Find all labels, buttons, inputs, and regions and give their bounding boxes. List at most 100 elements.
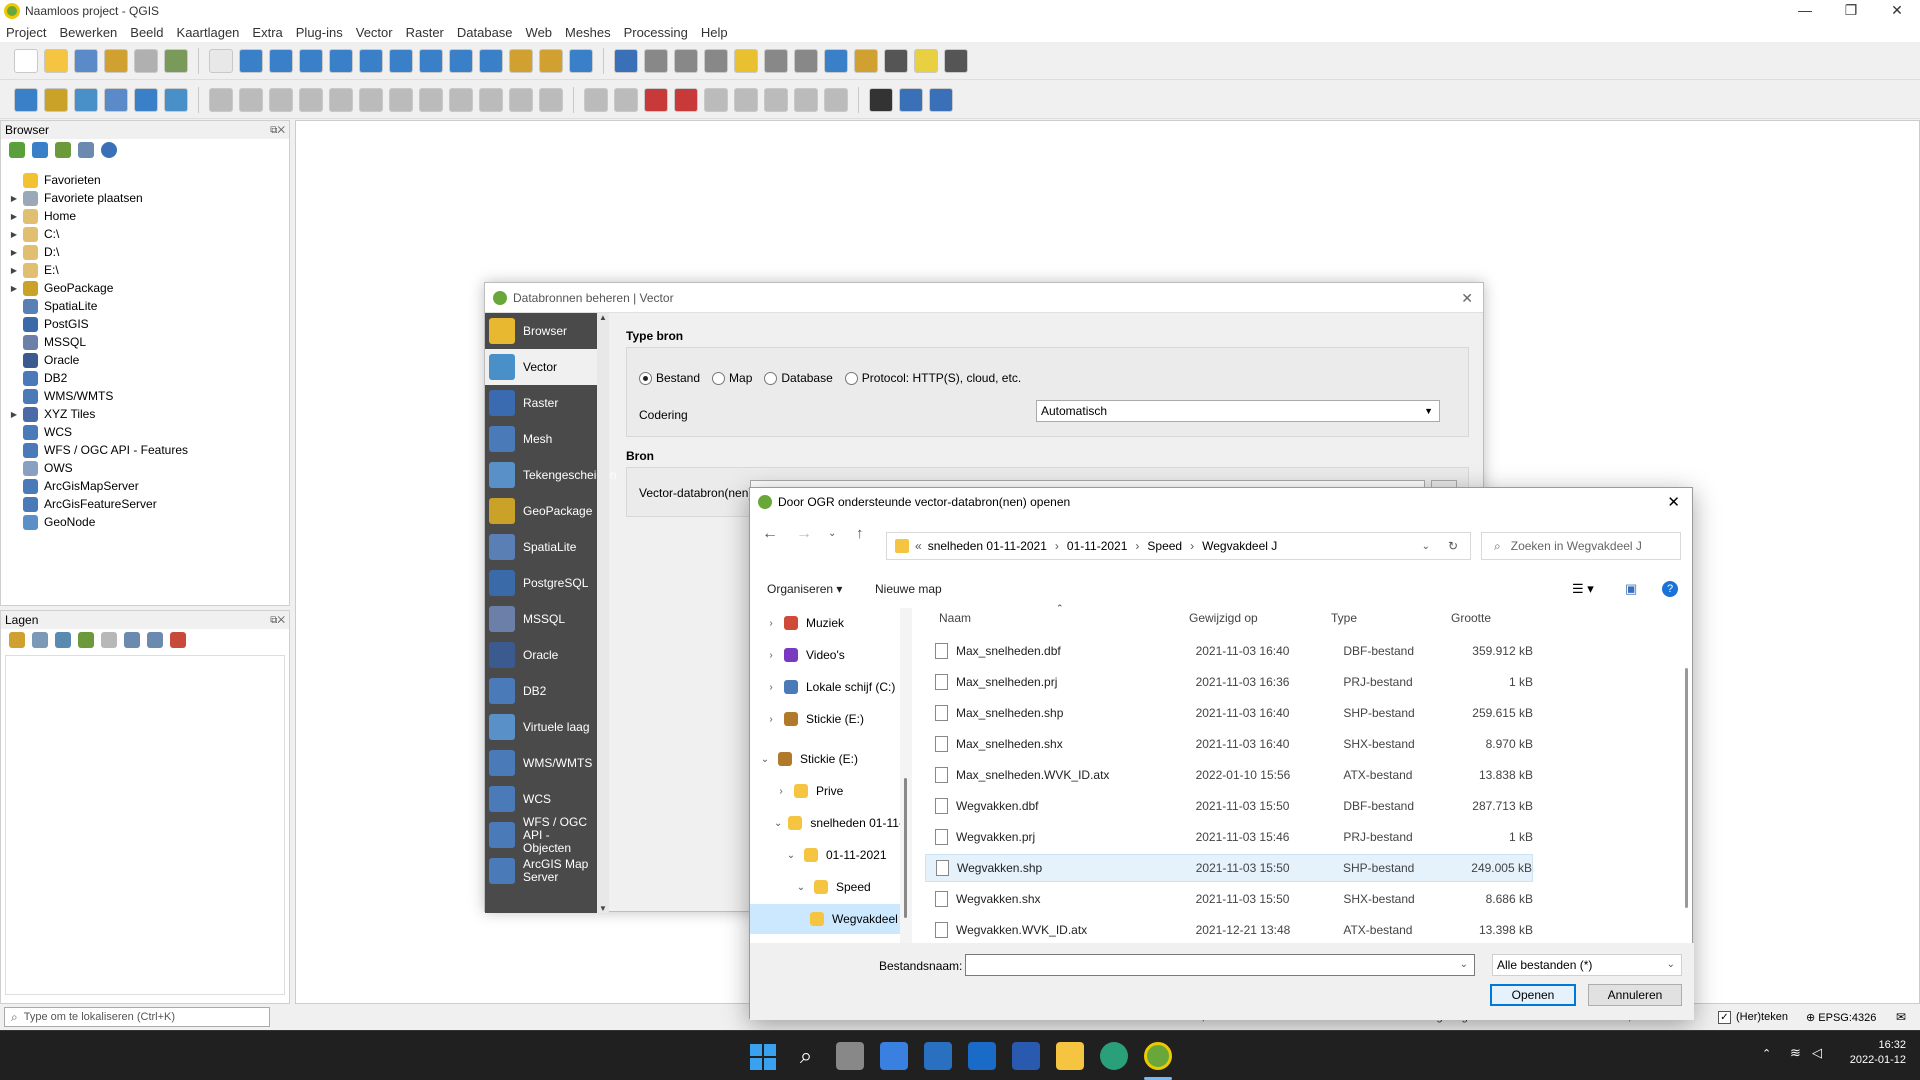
info-icon[interactable] xyxy=(101,142,117,158)
add-group-icon[interactable] xyxy=(32,632,48,648)
dsm-nav-scrollbar[interactable]: ▲ ▼ xyxy=(597,313,609,913)
browser-item[interactable]: WCS xyxy=(5,423,289,441)
file-row[interactable]: Wegvakken.prj 2021-11-03 15:46 PRJ-bestand… xyxy=(925,823,1533,851)
fd-close-button[interactable]: ✕ xyxy=(1667,493,1680,511)
nav-tree-item[interactable]: › Video's xyxy=(750,640,900,670)
toolbar-tool-icon[interactable] xyxy=(134,48,158,73)
col-type[interactable]: Type xyxy=(1331,611,1357,625)
help-icon[interactable]: ? xyxy=(1662,581,1678,597)
word-icon[interactable] xyxy=(1012,1042,1040,1070)
toolbar-tool-icon[interactable] xyxy=(269,48,293,73)
volume-icon[interactable]: ◁ xyxy=(1812,1045,1822,1061)
browser-item[interactable]: WFS / OGC API - Features xyxy=(5,441,289,459)
toolbar-tool-icon[interactable] xyxy=(269,87,293,112)
toolbar-tool-icon[interactable] xyxy=(479,48,503,73)
refresh-icon[interactable] xyxy=(32,142,48,158)
toolbar-tool-icon[interactable] xyxy=(44,48,68,73)
expand-arrow-icon[interactable]: ▶ xyxy=(5,248,23,257)
nav-tree-item[interactable]: ⌄ snelheden 01-11-2021 xyxy=(750,808,900,838)
collapse-all-icon[interactable] xyxy=(78,142,94,158)
nav-tree-item[interactable]: ⌄ Speed xyxy=(750,872,900,902)
toolbar-tool-icon[interactable] xyxy=(614,48,638,73)
filter-legend-icon[interactable] xyxy=(78,632,94,648)
browser-item[interactable]: SpatiaLite xyxy=(5,297,289,315)
toolbar-tool-icon[interactable] xyxy=(389,87,413,112)
browser-item[interactable]: WMS/WMTS xyxy=(5,387,289,405)
toolbar-tool-icon[interactable] xyxy=(14,48,38,73)
expand-arrow-icon[interactable]: ▶ xyxy=(5,194,23,203)
scroll-down-icon[interactable]: ▼ xyxy=(597,904,609,913)
file-row[interactable]: Wegvakken.dbf 2021-11-03 15:50 DBF-bestand… xyxy=(925,792,1533,820)
edge-icon[interactable] xyxy=(1100,1042,1128,1070)
browser-item[interactable]: ArcGisFeatureServer xyxy=(5,495,289,513)
radio-bestand[interactable]: Bestand xyxy=(639,371,700,385)
expand-chevron-icon[interactable]: ⌄ xyxy=(774,818,782,829)
manage-map-themes-icon[interactable] xyxy=(55,632,71,648)
chevron-down-icon[interactable]: ⌄ xyxy=(1422,541,1430,552)
radio-protocol[interactable]: Protocol: HTTP(S), cloud, etc. xyxy=(844,371,1021,385)
dsm-close-button[interactable]: ✕ xyxy=(1461,290,1473,307)
toolbar-tool-icon[interactable] xyxy=(614,87,638,112)
fd-nav-scrollbar[interactable] xyxy=(900,608,912,943)
cancel-button[interactable]: Annuleren xyxy=(1588,984,1682,1006)
toolbar-tool-icon[interactable] xyxy=(944,48,968,73)
menu-extra[interactable]: Extra xyxy=(252,25,282,40)
preview-pane-icon[interactable]: ▣ xyxy=(1625,581,1637,597)
menu-plugins[interactable]: Plug-ins xyxy=(296,25,343,40)
browser-item[interactable]: ▶ C:\ xyxy=(5,225,289,243)
toolbar-tool-icon[interactable] xyxy=(929,87,953,112)
toolbar-tool-icon[interactable] xyxy=(359,87,383,112)
clock[interactable]: 16:32 2022-01-12 xyxy=(1846,1039,1906,1066)
toolbar-tool-icon[interactable] xyxy=(359,48,383,73)
add-selected-icon[interactable] xyxy=(9,142,25,158)
toolbar-tool-icon[interactable] xyxy=(449,87,473,112)
render-checkbox[interactable]: ✓ xyxy=(1718,1010,1731,1024)
toolbar-tool-icon[interactable] xyxy=(509,48,533,73)
tray-chevron-up-icon[interactable]: ⌃ xyxy=(1762,1047,1771,1060)
search-icon[interactable]: ⌕ xyxy=(792,1042,820,1070)
file-row[interactable]: Max_snelheden.shp 2021-11-03 16:40 SHP-bes… xyxy=(925,699,1533,727)
menu-beeld[interactable]: Beeld xyxy=(130,25,163,40)
widgets-icon[interactable] xyxy=(880,1042,908,1070)
file-row[interactable]: Wegvakken.shx 2021-11-03 15:50 SHX-bestand… xyxy=(925,885,1533,913)
dsm-nav-geopackage[interactable]: GeoPackage xyxy=(485,493,597,529)
expand-arrow-icon[interactable]: ▶ xyxy=(5,230,23,239)
breadcrumb-separator-icon[interactable]: › xyxy=(1055,539,1059,553)
expand-chevron-icon[interactable]: › xyxy=(764,618,778,629)
toolbar-tool-icon[interactable] xyxy=(884,48,908,73)
col-name[interactable]: Naam xyxy=(939,611,971,625)
toolbar-tool-icon[interactable] xyxy=(509,87,533,112)
file-row[interactable]: Max_snelheden.prj 2021-11-03 16:36 PRJ-bes… xyxy=(925,668,1533,696)
dsm-nav-virtuelelaag[interactable]: Virtuele laag xyxy=(485,709,597,745)
dsm-nav-tekengescheiden[interactable]: Tekengescheiden xyxy=(485,457,616,493)
expand-chevron-icon[interactable]: › xyxy=(764,682,778,693)
browser-item[interactable]: ▶ D:\ xyxy=(5,243,289,261)
expand-chevron-icon[interactable]: ⌄ xyxy=(794,882,808,893)
nav-tree-item[interactable]: › Muziek xyxy=(750,608,900,638)
dsm-nav-wfsogcapiobjecten[interactable]: WFS / OGC API - Objecten xyxy=(485,815,597,854)
menu-meshes[interactable]: Meshes xyxy=(565,25,611,40)
radio-database[interactable]: Database xyxy=(764,371,833,385)
toolbar-tool-icon[interactable] xyxy=(824,48,848,73)
organize-button[interactable]: Organiseren ▾ xyxy=(767,582,842,596)
locator-bar[interactable]: ⌕ Type om te lokaliseren (Ctrl+K) xyxy=(4,1007,270,1027)
toolbar-tool-icon[interactable] xyxy=(794,48,818,73)
toolbar-tool-icon[interactable] xyxy=(539,48,563,73)
close-button[interactable]: ✕ xyxy=(1874,0,1920,20)
dsm-nav-raster[interactable]: Raster xyxy=(485,385,597,421)
file-explorer-icon[interactable] xyxy=(1056,1042,1084,1070)
browser-item[interactable]: ▶ XYZ Tiles xyxy=(5,405,289,423)
view-options-icon[interactable]: ☰ ▾ xyxy=(1572,581,1594,597)
toolbar-tool-icon[interactable] xyxy=(794,87,818,112)
file-row[interactable]: Max_snelheden.dbf 2021-11-03 16:40 DBF-bes… xyxy=(925,637,1533,665)
open-button[interactable]: Openen xyxy=(1490,984,1576,1006)
filter-expression-icon[interactable] xyxy=(101,632,117,648)
browser-item[interactable]: Oracle xyxy=(5,351,289,369)
menu-vector[interactable]: Vector xyxy=(356,25,393,40)
toolbar-tool-icon[interactable] xyxy=(74,87,98,112)
dsm-nav-mssql[interactable]: MSSQL xyxy=(485,601,597,637)
refresh-icon[interactable]: ↻ xyxy=(1448,539,1458,553)
toolbar-tool-icon[interactable] xyxy=(764,87,788,112)
toolbar-tool-icon[interactable] xyxy=(239,87,263,112)
store-icon[interactable] xyxy=(924,1042,952,1070)
